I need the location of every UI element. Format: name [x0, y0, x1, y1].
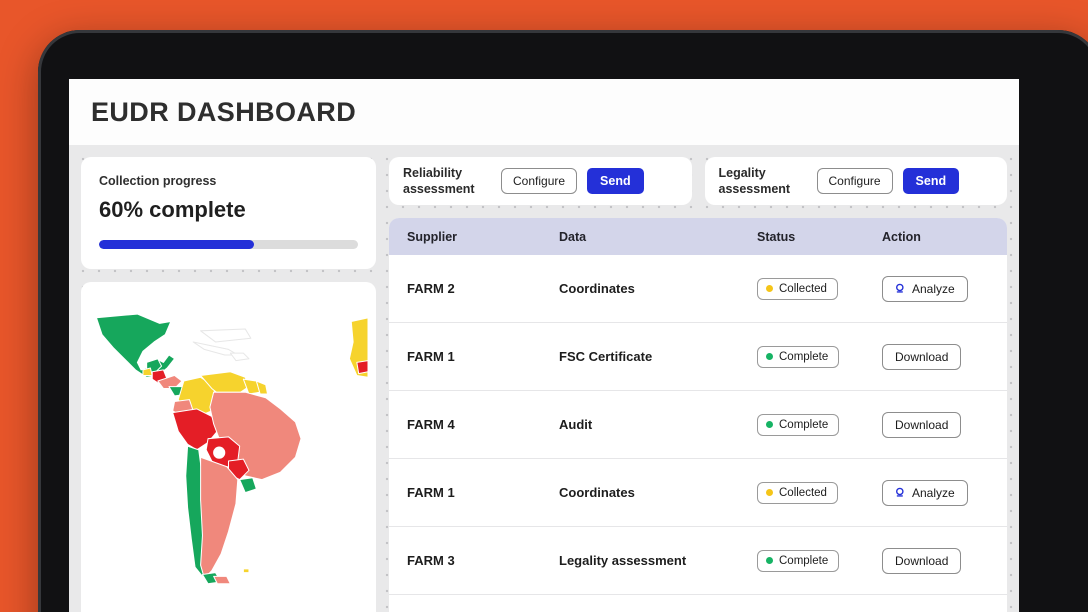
- status-badge: Collected: [757, 278, 838, 300]
- assessment-cards-row: Reliability assessment Configure Send Le…: [389, 157, 1007, 205]
- status-badge: Complete: [757, 550, 839, 572]
- cell-data: Coordinates: [559, 281, 757, 296]
- collection-progress-card: Collection progress 60% complete: [81, 157, 376, 269]
- latin-america-map-svg: [89, 290, 368, 612]
- progress-bar-track: [99, 240, 358, 249]
- status-badge-label: Collected: [779, 487, 827, 499]
- action-button-label: Download: [895, 350, 948, 364]
- cell-supplier: FARM 2: [407, 281, 559, 296]
- right-column: Reliability assessment Configure Send Le…: [389, 157, 1007, 612]
- status-dot-icon: [766, 489, 773, 496]
- cell-action: Download: [882, 412, 989, 438]
- table-row: FARM 4Audit Complete Download: [389, 391, 1007, 459]
- status-dot-icon: [766, 285, 773, 292]
- tablet-screen: EUDR DASHBOARD Collection progress 60% c…: [69, 79, 1019, 612]
- app-header: EUDR DASHBOARD: [69, 79, 1019, 145]
- legality-assessment-card: Legality assessment Configure Send: [705, 157, 1008, 205]
- status-dot-icon: [766, 557, 773, 564]
- action-button-label: Analyze: [912, 486, 955, 500]
- cell-status: Collected: [757, 482, 882, 504]
- download-button[interactable]: Download: [882, 548, 961, 574]
- analyze-button[interactable]: Analyze: [882, 276, 968, 302]
- reliability-assessment-title: Reliability assessment: [403, 165, 491, 197]
- analyze-button[interactable]: Analyze: [882, 480, 968, 506]
- column-header-data: Data: [559, 230, 757, 244]
- progress-value: 60% complete: [99, 197, 358, 223]
- status-badge: Complete: [757, 414, 839, 436]
- action-button-label: Download: [895, 418, 948, 432]
- legality-configure-button[interactable]: Configure: [817, 168, 893, 194]
- progress-bar-fill: [99, 240, 254, 249]
- legality-assessment-title: Legality assessment: [719, 165, 807, 197]
- reliability-configure-button[interactable]: Configure: [501, 168, 577, 194]
- magnifier-icon: [895, 283, 906, 294]
- cell-action: Analyze: [882, 480, 989, 506]
- download-button[interactable]: Download: [882, 412, 961, 438]
- reliability-assessment-card: Reliability assessment Configure Send: [389, 157, 692, 205]
- table-row: FARM 3Legality assessment Complete Downloa…: [389, 527, 1007, 595]
- table-row: FARM 1Coordinates Collected Analyze: [389, 459, 1007, 527]
- cell-supplier: FARM 3: [407, 553, 559, 568]
- status-badge: Collected: [757, 482, 838, 504]
- map-card[interactable]: [81, 282, 376, 612]
- status-dot-icon: [766, 421, 773, 428]
- progress-label: Collection progress: [99, 174, 358, 188]
- status-badge-label: Collected: [779, 283, 827, 295]
- column-header-status: Status: [757, 230, 882, 244]
- cell-supplier: FARM 4: [407, 417, 559, 432]
- left-column: Collection progress 60% complete: [81, 157, 376, 612]
- status-badge-label: Complete: [779, 555, 828, 567]
- table-row: FARM 2Coordinates Collected Analyze: [389, 255, 1007, 323]
- status-badge-label: Complete: [779, 419, 828, 431]
- cell-data: Audit: [559, 417, 757, 432]
- cell-status: Collected: [757, 278, 882, 300]
- action-button-label: Download: [895, 554, 948, 568]
- supplier-data-table: Supplier Data Status Action FARM 2Coordi…: [389, 218, 1007, 612]
- table-header-row: Supplier Data Status Action: [389, 218, 1007, 255]
- cell-action: Download: [882, 548, 989, 574]
- cell-status: Complete: [757, 346, 882, 368]
- table-body: FARM 2CoordinatesCollectedAnalyzeFARM 1F…: [389, 255, 1007, 595]
- table-row: FARM 1FSC Certificate Complete Download: [389, 323, 1007, 391]
- cell-data: Coordinates: [559, 485, 757, 500]
- status-badge: Complete: [757, 346, 839, 368]
- cell-status: Complete: [757, 550, 882, 572]
- reliability-send-button[interactable]: Send: [587, 168, 644, 194]
- magnifier-icon: [895, 487, 906, 498]
- page-title: EUDR DASHBOARD: [91, 97, 356, 128]
- dashboard-canvas: Collection progress 60% complete: [69, 145, 1019, 612]
- cell-action: Analyze: [882, 276, 989, 302]
- cell-data: FSC Certificate: [559, 349, 757, 364]
- cell-supplier: FARM 1: [407, 485, 559, 500]
- cell-supplier: FARM 1: [407, 349, 559, 364]
- download-button[interactable]: Download: [882, 344, 961, 370]
- action-button-label: Analyze: [912, 282, 955, 296]
- legality-send-button[interactable]: Send: [903, 168, 960, 194]
- cell-data: Legality assessment: [559, 553, 757, 568]
- status-dot-icon: [766, 353, 773, 360]
- status-badge-label: Complete: [779, 351, 828, 363]
- column-header-action: Action: [882, 230, 989, 244]
- cell-action: Download: [882, 344, 989, 370]
- cell-status: Complete: [757, 414, 882, 436]
- column-header-supplier: Supplier: [407, 230, 559, 244]
